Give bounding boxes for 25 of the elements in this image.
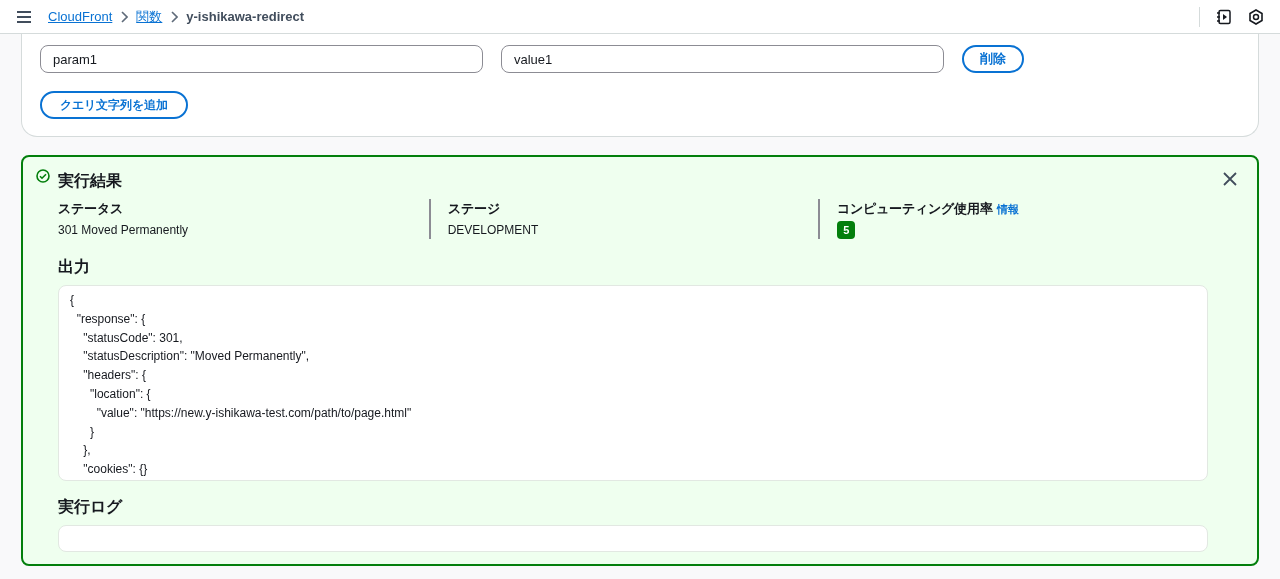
breadcrumb-link[interactable]: CloudFront xyxy=(48,6,113,27)
info-link[interactable]: 情報 xyxy=(997,201,1020,218)
result-title: 実行結果 xyxy=(58,171,122,191)
value-input[interactable]: value1 xyxy=(501,45,944,73)
key-input[interactable]: param1 xyxy=(40,45,483,73)
menu-icon[interactable] xyxy=(16,9,32,24)
field-value: DEVELOPMENT xyxy=(447,221,540,239)
usage-badge: 5 xyxy=(837,220,856,239)
field-label: ステータス xyxy=(58,200,123,218)
chevron-right-icon xyxy=(120,10,129,23)
remove-button[interactable]: 削除 xyxy=(962,45,1024,73)
check-circle-icon xyxy=(36,169,50,183)
chevron-right-icon xyxy=(170,10,179,23)
output-textarea[interactable]: { "response": { "statusCode": 301, "statusDescription": "Moved Permanently", "headers": { "location": { "value": "https://new.y-ishikawa-test.com/path/to/page.html" } }, "cookies": {} xyxy=(58,285,1208,481)
output-heading: 出力 xyxy=(58,257,91,277)
add-query-button[interactable]: クエリ文字列を追加 xyxy=(40,91,188,119)
notebook-icon[interactable] xyxy=(1216,8,1232,25)
field-value: 301 Moved Permanently xyxy=(58,221,190,239)
hexagon-icon[interactable] xyxy=(1248,8,1264,25)
field-label: ステージ xyxy=(447,200,500,218)
breadcrumb-current: y-ishikawa-redirect xyxy=(186,7,305,26)
breadcrumb-link[interactable]: 関数 xyxy=(136,6,163,27)
log-heading: 実行ログ xyxy=(58,497,124,517)
close-icon[interactable] xyxy=(1223,172,1237,186)
field-label: コンピューティング使用率 xyxy=(837,200,994,218)
